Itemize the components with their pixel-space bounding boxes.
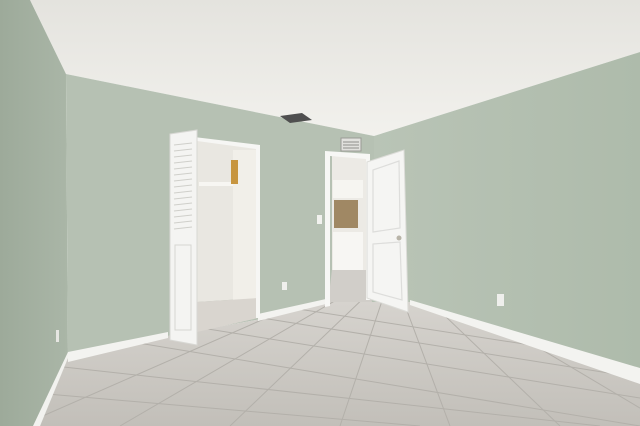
outlet-back-wall xyxy=(282,282,287,290)
outlet-right-wall xyxy=(497,294,504,306)
hall-counter xyxy=(333,232,363,270)
outlet-left-wall xyxy=(56,330,59,342)
hall-cabinet xyxy=(333,180,363,198)
door-knob xyxy=(396,235,402,241)
closet-item xyxy=(231,160,238,184)
hall-kitchen-view xyxy=(334,200,358,228)
room-photo xyxy=(0,0,640,426)
light-switch xyxy=(317,215,322,224)
left-wall xyxy=(0,0,68,426)
hall-floor xyxy=(328,270,372,302)
